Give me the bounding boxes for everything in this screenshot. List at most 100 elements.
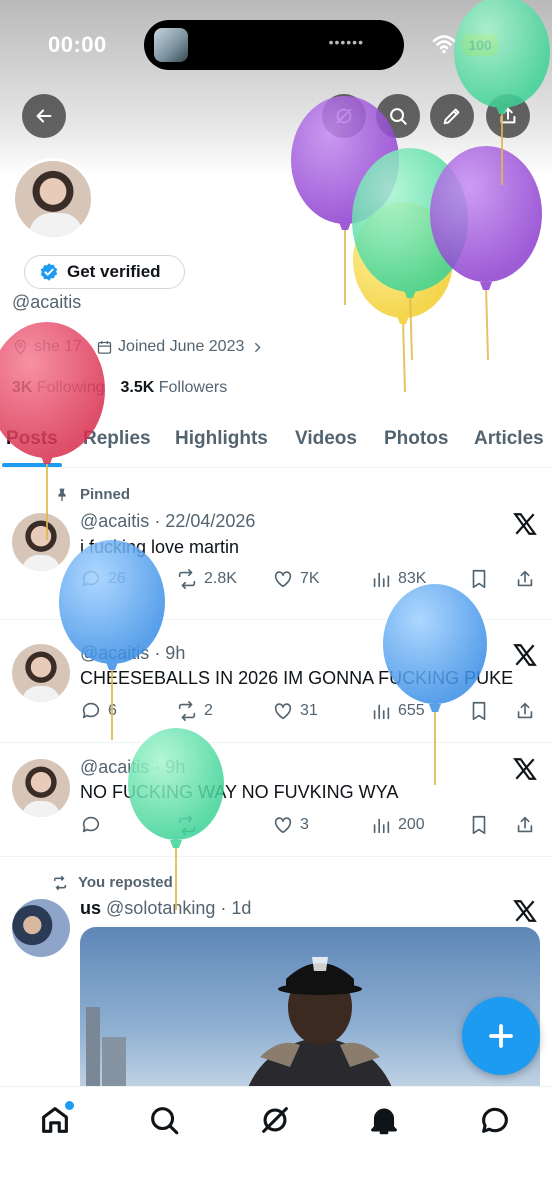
search-icon xyxy=(390,108,407,125)
bookmark-button[interactable] xyxy=(468,568,490,590)
joined-date[interactable]: Joined June 2023 xyxy=(96,338,266,356)
nav-search[interactable] xyxy=(147,1103,181,1137)
followers-link[interactable]: 3.5K Followers xyxy=(121,379,228,397)
avatar[interactable] xyxy=(12,513,70,571)
reply-button[interactable]: 26 xyxy=(80,568,126,590)
views-button[interactable]: 655 xyxy=(370,700,425,722)
bookmark-button[interactable] xyxy=(468,700,490,722)
post-header: @acaitis · 9h xyxy=(80,643,185,664)
profile-meta: she 17 Joined June 2023 xyxy=(12,338,266,356)
post-author-name[interactable]: us xyxy=(80,898,101,918)
like-button[interactable]: 31 xyxy=(272,700,318,722)
nav-home[interactable] xyxy=(38,1101,74,1137)
repost-icon xyxy=(178,569,196,589)
tab-articles[interactable]: Articles xyxy=(474,428,544,450)
like-button[interactable]: 3 xyxy=(272,814,309,836)
post-date: · 1d xyxy=(220,898,252,918)
edit-button[interactable] xyxy=(430,94,474,138)
avatar[interactable] xyxy=(12,759,70,817)
post-handle[interactable]: @acaitis xyxy=(80,643,149,663)
post-no-way[interactable]: @acaitis · 9h NO FUCKING WAY NO FUVKING … xyxy=(0,743,552,857)
views-button[interactable]: 83K xyxy=(370,568,426,590)
avatar[interactable] xyxy=(12,899,70,957)
post-date: · 22/04/2026 xyxy=(154,511,256,531)
grok-icon xyxy=(336,108,352,124)
messages-icon xyxy=(482,1107,508,1133)
profile-tabs: Posts Replies Highlights Videos Photos A… xyxy=(0,418,552,468)
share-post-button[interactable] xyxy=(514,568,536,590)
post-date: · 9h xyxy=(154,643,186,663)
post-cheeseballs[interactable]: @acaitis · 9h CHEESEBALLS IN 2026 IM GON… xyxy=(0,620,552,743)
share-button[interactable] xyxy=(486,94,530,138)
nav-grok[interactable] xyxy=(258,1103,292,1137)
chevron-right-icon xyxy=(255,342,261,352)
joined-text: Joined June 2023 xyxy=(118,338,245,355)
nav-messages[interactable] xyxy=(478,1103,512,1137)
nav-notifications[interactable] xyxy=(367,1103,401,1137)
views-count: 200 xyxy=(398,816,425,833)
bottom-nav xyxy=(0,1086,552,1200)
grok-header-button[interactable] xyxy=(322,94,366,138)
post-actions: 3 200 xyxy=(80,814,540,840)
tab-posts[interactable]: Posts xyxy=(6,428,58,450)
pinned-label: Pinned xyxy=(80,486,131,503)
like-count: 3 xyxy=(300,816,309,833)
reply-count: 6 xyxy=(108,702,117,719)
repost-button[interactable]: 2.8K xyxy=(176,568,237,590)
compose-post-button[interactable] xyxy=(462,997,540,1075)
share-icon xyxy=(517,702,533,719)
search-icon xyxy=(151,1107,179,1135)
post-date: · 9h xyxy=(154,757,186,777)
avatar[interactable] xyxy=(12,644,70,702)
back-button[interactable] xyxy=(22,94,66,138)
post-handle[interactable]: @solotanking xyxy=(106,898,215,918)
following-count: 3K xyxy=(12,379,33,396)
post-header: us @solotanking · 1d xyxy=(80,898,251,919)
post-handle[interactable]: @acaitis xyxy=(80,511,149,531)
post-handle[interactable]: @acaitis xyxy=(80,757,149,777)
post-header: @acaitis · 9h xyxy=(80,757,185,778)
views-count: 83K xyxy=(398,570,427,587)
repost-button[interactable] xyxy=(176,814,204,836)
repost-count: 2.8K xyxy=(204,570,237,587)
like-count: 31 xyxy=(300,702,318,719)
bookmark-icon xyxy=(472,569,486,589)
tab-highlights[interactable]: Highlights xyxy=(175,428,268,450)
reply-button[interactable]: 6 xyxy=(80,700,117,722)
views-count: 655 xyxy=(398,702,425,719)
location-icon xyxy=(14,339,27,355)
following-link[interactable]: 3K Following xyxy=(12,379,105,397)
tab-replies[interactable]: Replies xyxy=(83,428,151,450)
repost-button[interactable]: 2 xyxy=(176,700,213,722)
repost-icon xyxy=(178,701,196,721)
get-verified-label: Get verified xyxy=(67,262,161,281)
repost-icon xyxy=(53,875,67,890)
reply-icon xyxy=(82,816,100,833)
balloon xyxy=(353,202,453,393)
followers-count: 3.5K xyxy=(120,379,155,396)
reply-button[interactable] xyxy=(80,814,108,836)
status-time: 00:00 xyxy=(48,32,107,57)
profile-handle: @acaitis xyxy=(12,292,82,312)
get-verified-button[interactable]: Get verified xyxy=(24,255,185,289)
following-label: Following xyxy=(36,379,105,396)
now-playing-thumbnail xyxy=(154,28,188,62)
calendar-icon xyxy=(97,340,112,354)
reply-count: 26 xyxy=(108,570,126,587)
island-indicator: •••••• xyxy=(328,34,364,50)
repost-context: You reposted xyxy=(52,874,173,891)
profile-avatar[interactable] xyxy=(12,158,94,240)
views-button[interactable]: 200 xyxy=(370,814,425,836)
post-pinned[interactable]: Pinned @acaitis · 22/04/2026 i fucking l… xyxy=(0,469,552,620)
tab-videos[interactable]: Videos xyxy=(295,428,357,450)
share-post-button[interactable] xyxy=(514,814,536,836)
tab-photos[interactable]: Photos xyxy=(384,428,448,450)
search-button[interactable] xyxy=(376,94,420,138)
media-building xyxy=(86,1007,100,1097)
battery-indicator: 100 xyxy=(462,34,498,56)
share-post-button[interactable] xyxy=(514,700,536,722)
like-button[interactable]: 7K xyxy=(272,568,320,590)
bookmark-button[interactable] xyxy=(468,814,490,836)
share-icon xyxy=(517,816,533,833)
views-icon xyxy=(373,818,390,834)
